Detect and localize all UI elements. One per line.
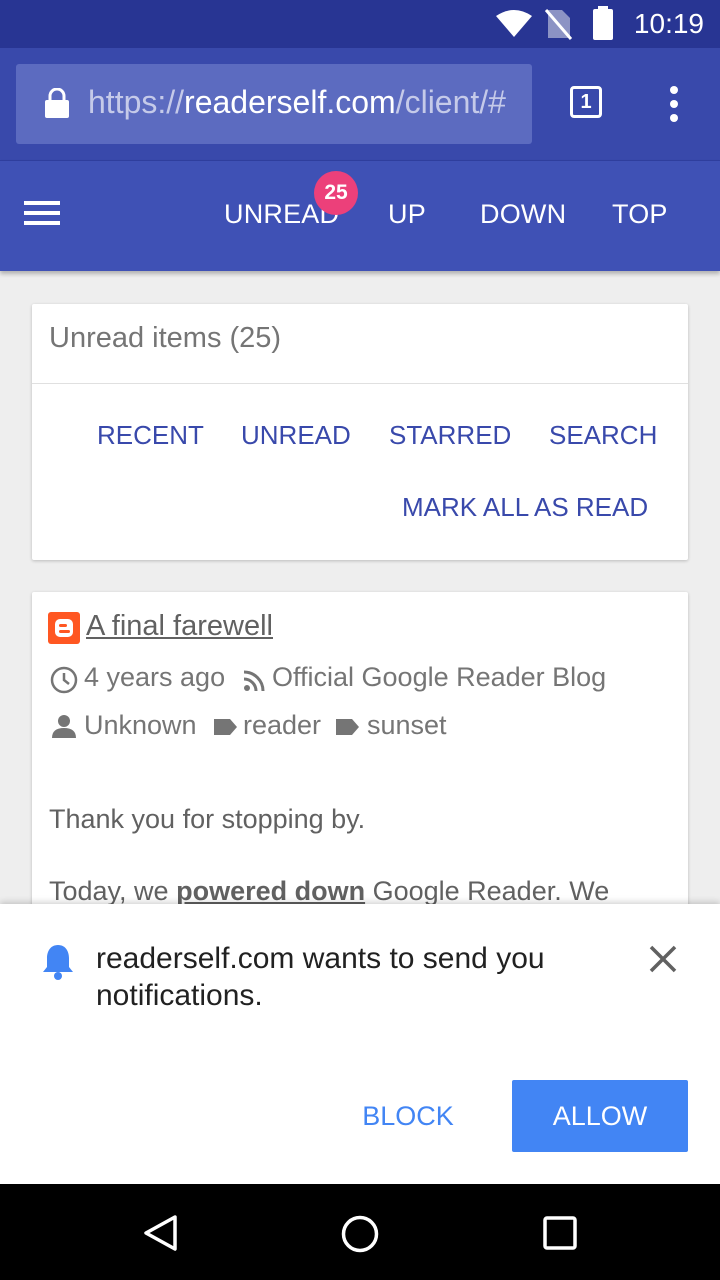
article-paragraph: Today, we powered down Google Reader. We <box>49 876 609 907</box>
tag-reader[interactable]: reader <box>243 710 321 741</box>
unread-button[interactable]: UNREAD <box>241 420 351 451</box>
article-feed-link[interactable]: Official Google Reader Blog <box>272 662 606 693</box>
clock: 10:19 <box>633 8 704 39</box>
block-button[interactable]: BLOCK <box>344 1080 472 1152</box>
app-toolbar: UNREAD 25 UP DOWN TOP <box>0 161 720 271</box>
tab-switcher-button[interactable]: 1 <box>570 86 602 118</box>
url-scheme: https:// <box>88 84 185 120</box>
allow-button[interactable]: ALLOW <box>512 1080 688 1152</box>
back-icon[interactable] <box>142 1214 178 1252</box>
home-icon[interactable] <box>340 1214 380 1254</box>
tag-sunset[interactable]: sunset <box>367 710 447 741</box>
address-bar[interactable]: https://readerself.com/client/# <box>16 64 532 144</box>
article-title-link[interactable]: A final farewell <box>86 610 273 643</box>
battery-icon <box>593 6 613 40</box>
article-time: 4 years ago <box>84 662 226 692</box>
url-host: readerself.com <box>184 84 396 120</box>
wifi-icon <box>496 10 532 37</box>
recent-button[interactable]: RECENT <box>97 420 204 451</box>
more-options-icon[interactable] <box>664 86 684 122</box>
paragraph-text: Today, we <box>49 876 177 906</box>
up-nav-button[interactable]: UP <box>388 199 426 230</box>
person-icon <box>52 715 76 738</box>
url-path: /client/# <box>395 84 506 120</box>
bell-icon <box>43 945 73 980</box>
top-nav-button[interactable]: TOP <box>612 199 668 230</box>
lock-icon <box>45 88 69 118</box>
status-bar: 10:19 <box>0 0 720 48</box>
article-author: Unknown <box>84 710 197 740</box>
rss-icon <box>243 670 265 692</box>
tag-icon <box>214 719 237 735</box>
divider <box>32 383 688 384</box>
search-button[interactable]: SEARCH <box>549 420 657 451</box>
starred-button[interactable]: STARRED <box>389 420 511 451</box>
blogger-icon <box>48 612 80 644</box>
article-paragraph: Thank you for stopping by. <box>49 804 366 834</box>
no-sim-icon <box>544 9 572 40</box>
unread-summary-card: Unread items (25) RECENT UNREAD STARRED … <box>32 304 688 560</box>
paragraph-text: Google Reader. We <box>365 876 610 906</box>
clock-icon <box>50 666 78 694</box>
mark-all-read-button[interactable]: MARK ALL AS READ <box>402 492 648 523</box>
unread-count-badge: 25 <box>314 171 358 215</box>
menu-icon[interactable] <box>24 199 60 227</box>
close-icon[interactable] <box>648 944 678 974</box>
url-text: https://readerself.com/client/# <box>88 84 506 121</box>
tag-icon <box>336 719 359 735</box>
notification-permission-prompt: readerself.com wants to send you notific… <box>0 904 720 1184</box>
card-title: Unread items (25) <box>49 322 282 354</box>
powered-down-link[interactable]: powered down <box>176 876 365 906</box>
browser-toolbar: https://readerself.com/client/# 1 <box>0 48 720 161</box>
recents-icon[interactable] <box>542 1215 578 1251</box>
down-nav-button[interactable]: DOWN <box>480 199 566 230</box>
system-navigation-bar <box>0 1184 720 1280</box>
notification-message: readerself.com wants to send you notific… <box>96 942 545 1012</box>
